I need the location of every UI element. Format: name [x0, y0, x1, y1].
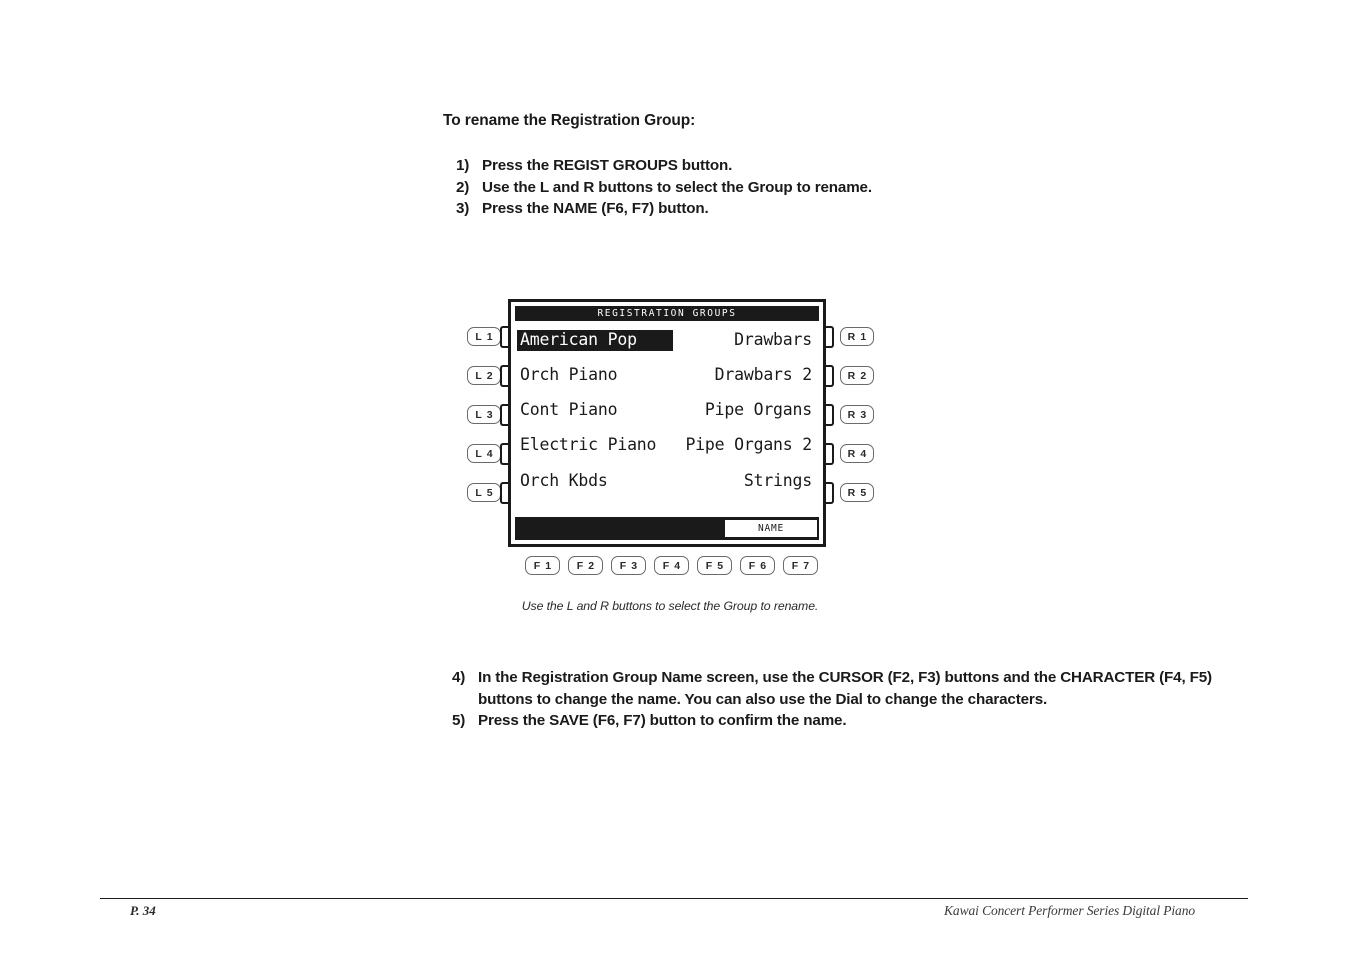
lcd-title-text: REGISTRATION GROUPS	[597, 307, 737, 320]
footer-page-number: P. 34	[130, 903, 156, 918]
button-f7[interactable]: F 7	[783, 556, 818, 575]
footer-product-name: Kawai Concert Performer Series Digital P…	[944, 903, 1195, 918]
button-r4[interactable]: R 4	[840, 444, 874, 463]
button-r3[interactable]: R 3	[840, 405, 874, 424]
button-l4[interactable]: L 4	[467, 444, 501, 463]
lcd-inner: REGISTRATION GROUPS American Pop Drawbars…	[511, 302, 823, 544]
button-f7-label: F 7	[791, 559, 811, 572]
lcd-group-name-right[interactable]: Pipe Organs 2	[682, 435, 815, 457]
lcd-group-name-right[interactable]: Strings	[741, 471, 815, 493]
softkey-name-label: NAME	[757, 523, 785, 534]
step-text: Press the REGIST GROUPS button.	[482, 157, 733, 174]
button-f4[interactable]: F 4	[654, 556, 689, 575]
step-item: 2) Use the L and R buttons to select the …	[456, 177, 1256, 199]
button-f1[interactable]: F 1	[525, 556, 560, 575]
steps-list-bottom: 4) In the Registration Group Name screen,…	[452, 667, 1212, 732]
step-number: 4)	[452, 669, 466, 686]
step-text: In the Registration Group Name screen, u…	[478, 669, 1212, 708]
button-r1-label: R 1	[847, 330, 868, 343]
lcd-softkey-bar: NAME	[515, 517, 819, 540]
lcd-row: Orch Kbds Strings	[515, 464, 819, 499]
lcd-notch-right-2	[826, 365, 834, 387]
step-item: 1) Press the REGIST GROUPS button.	[456, 155, 1256, 177]
lcd-notch-left-1	[500, 326, 508, 348]
button-f6-label: F 6	[748, 559, 768, 572]
step-number: 3)	[456, 200, 470, 217]
lcd-group-name-right[interactable]: Drawbars	[731, 330, 815, 352]
button-r1[interactable]: R 1	[840, 327, 874, 346]
lcd-notch-right-4	[826, 443, 834, 465]
lcd-notch-right-3	[826, 404, 834, 426]
step-item: 5) Press the SAVE (F6, F7) button to conf…	[452, 710, 1212, 732]
lcd-row: Electric Piano Pipe Organs 2	[515, 429, 819, 464]
step-text: Press the SAVE (F6, F7) button to confir…	[478, 712, 847, 729]
lcd-row-list: American Pop Drawbars Orch Piano Drawbars 2…	[515, 323, 819, 499]
step-item: 4) In the Registration Group Name screen,…	[452, 667, 1212, 710]
softkey-name-button[interactable]: NAME	[724, 519, 818, 538]
footer-divider	[100, 898, 1248, 899]
button-l2[interactable]: L 2	[467, 366, 501, 385]
step-item: 3) Press the NAME (F6, F7) button.	[456, 198, 1256, 220]
lcd-group-name-right[interactable]: Drawbars 2	[712, 365, 815, 387]
figure-caption: Use the L and R buttons to select the Gr…	[521, 599, 819, 613]
lcd-notch-right-5	[826, 482, 834, 504]
lcd-row: Orch Piano Drawbars 2	[515, 358, 819, 393]
lcd-group-name[interactable]: Orch Kbds	[517, 471, 611, 493]
button-r3-label: R 3	[847, 408, 868, 421]
button-f6[interactable]: F 6	[740, 556, 775, 575]
button-l4-label: L 4	[475, 447, 494, 460]
lcd-group-name[interactable]: Orch Piano	[517, 365, 620, 387]
lcd-notch-left-2	[500, 365, 508, 387]
lcd-notch-left-4	[500, 443, 508, 465]
button-r2[interactable]: R 2	[840, 366, 874, 385]
lcd-notch-right-1	[826, 326, 834, 348]
button-f2-label: F 2	[576, 559, 596, 572]
button-l5[interactable]: L 5	[467, 483, 501, 502]
button-f2[interactable]: F 2	[568, 556, 603, 575]
step-text: Press the NAME (F6, F7) button.	[482, 200, 709, 217]
lcd-notch-left-3	[500, 404, 508, 426]
button-l1-label: L 1	[475, 330, 494, 343]
button-l1[interactable]: L 1	[467, 327, 501, 346]
step-text: Use the L and R buttons to select the Gr…	[482, 178, 872, 196]
lcd-group-name[interactable]: Electric Piano	[517, 435, 659, 457]
button-f5-label: F 5	[705, 559, 725, 572]
lcd-group-name-right[interactable]: Pipe Organs	[702, 400, 815, 422]
lcd-title-bar: REGISTRATION GROUPS	[515, 306, 819, 321]
steps-list-top: 1) Press the REGIST GROUPS button. 2) Use t…	[456, 155, 1256, 220]
button-r2-label: R 2	[847, 369, 868, 382]
step-number: 1)	[456, 157, 470, 174]
button-l3[interactable]: L 3	[467, 405, 501, 424]
lcd-group-name-selected[interactable]: American Pop	[517, 329, 673, 352]
button-f3-label: F 3	[619, 559, 639, 572]
page-title: To rename the Registration Group:	[443, 112, 696, 129]
button-f5[interactable]: F 5	[697, 556, 732, 575]
step-number: 5)	[452, 712, 466, 729]
step-number: 2)	[456, 178, 470, 196]
button-f4-label: F 4	[662, 559, 682, 572]
lcd-figure: L 1 L 2 L 3 L 4 L 5 R 1 R 2 R 3 R 4 R 5 …	[455, 292, 885, 622]
button-l2-label: L 2	[475, 369, 494, 382]
lcd-row: Cont Piano Pipe Organs	[515, 393, 819, 428]
button-l5-label: L 5	[475, 486, 494, 499]
button-f3[interactable]: F 3	[611, 556, 646, 575]
lcd-row: American Pop Drawbars	[515, 323, 819, 358]
button-f1-label: F 1	[533, 559, 553, 572]
button-r5[interactable]: R 5	[840, 483, 874, 502]
button-l3-label: L 3	[475, 408, 494, 421]
lcd-group-name[interactable]: Cont Piano	[517, 400, 620, 422]
lcd-notch-left-5	[500, 482, 508, 504]
button-r5-label: R 5	[847, 486, 868, 499]
button-r4-label: R 4	[847, 447, 868, 460]
lcd-screen: REGISTRATION GROUPS American Pop Drawbars…	[508, 299, 826, 547]
